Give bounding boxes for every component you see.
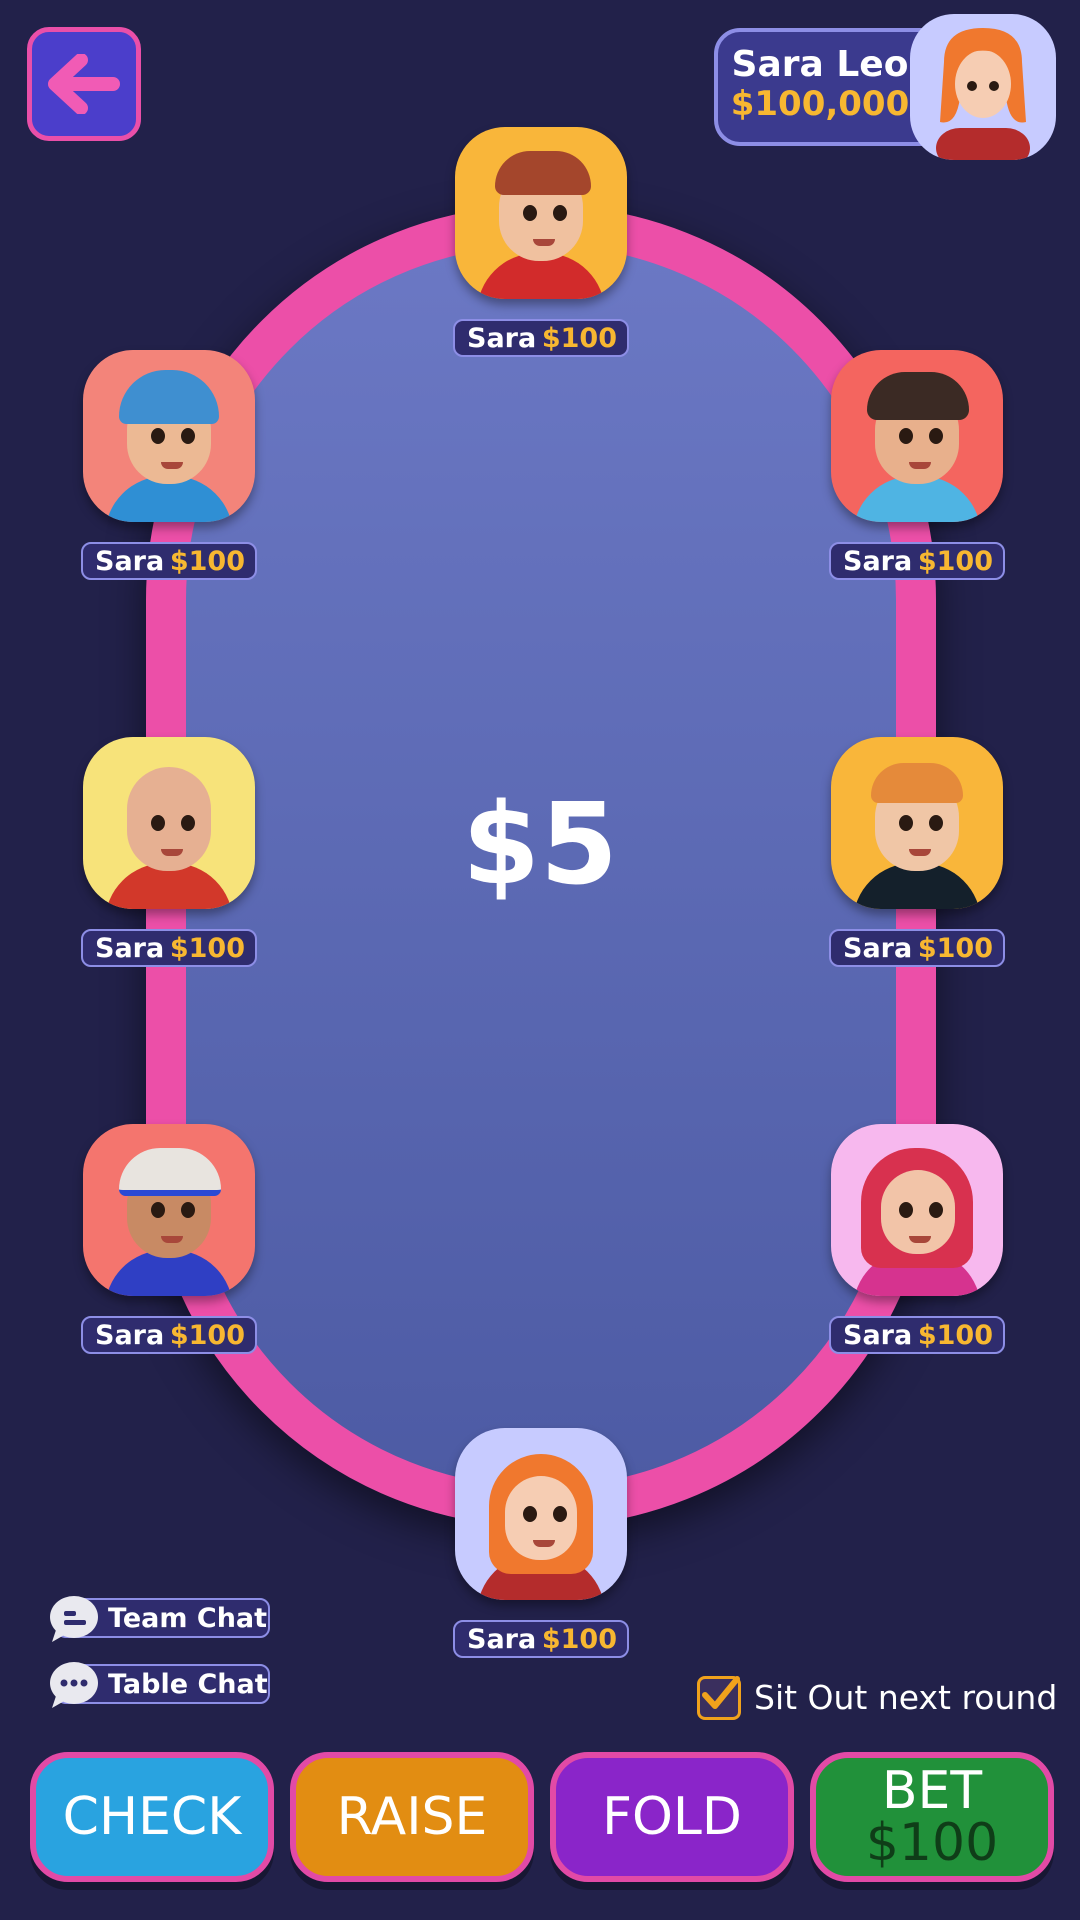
seat-tag: Sara $100 [453,1620,629,1658]
seat-name: Sara [95,545,165,577]
seat-left-1[interactable]: Sara $100 [81,350,257,580]
player-balance: $100,000 [730,84,910,124]
seat-amount: $100 [917,932,993,964]
checkmark-icon [702,1676,740,1709]
fold-button[interactable]: FOLD [550,1752,794,1882]
seat-tag: Sara $100 [829,1316,1005,1354]
seat-avatar [831,1124,1003,1296]
seat-tag: Sara $100 [829,542,1005,580]
seat-tag: Sara $100 [81,542,257,580]
seat-right-3[interactable]: Sara $100 [829,1124,1005,1354]
seat-tag: Sara $100 [81,1316,257,1354]
seat-amount: $100 [169,932,245,964]
fold-label: FOLD [602,1787,742,1847]
seat-name: Sara [467,322,537,354]
team-chat-label: Team Chat [108,1602,268,1634]
seat-amount: $100 [917,545,993,577]
seat-bottom[interactable]: Sara $100 [453,1428,629,1658]
seat-avatar [83,350,255,522]
seat-name: Sara [843,545,913,577]
seat-avatar [831,350,1003,522]
bet-amount: $100 [865,1813,999,1873]
seat-avatar [455,1428,627,1600]
seat-right-1[interactable]: Sara $100 [829,350,1005,580]
seat-avatar [831,737,1003,909]
seat-left-3[interactable]: Sara $100 [81,1124,257,1354]
bet-button[interactable]: BET $100 [810,1752,1054,1882]
pot-amount: $5 [462,780,618,910]
bet-label: BET [881,1761,983,1821]
seat-amount: $100 [541,322,617,354]
seat-name: Sara [95,1319,165,1351]
seat-amount: $100 [541,1623,617,1655]
table-chat-button[interactable]: Table Chat [50,1662,270,1708]
team-chat-button[interactable]: Team Chat [50,1596,270,1642]
raise-button[interactable]: RAISE [290,1752,534,1882]
seat-right-2[interactable]: Sara $100 [829,737,1005,967]
seat-avatar [83,1124,255,1296]
seat-name: Sara [467,1623,537,1655]
arrow-left-icon [48,54,120,114]
seat-amount: $100 [169,1319,245,1351]
sit-out-checkbox[interactable] [697,1676,741,1720]
seat-top[interactable]: Sara $100 [453,127,629,357]
seat-avatar [455,127,627,299]
raise-label: RAISE [336,1787,488,1847]
table-chat-label: Table Chat [108,1668,268,1700]
seat-name: Sara [843,932,913,964]
seat-tag: Sara $100 [81,929,257,967]
back-button[interactable] [27,27,141,141]
seat-amount: $100 [169,545,245,577]
chat-bubble-icon [50,1596,98,1642]
sit-out-label: Sit Out next round [754,1678,1058,1717]
player-avatar[interactable] [910,14,1056,160]
check-button[interactable]: CHECK [30,1752,274,1882]
seat-tag: Sara $100 [829,929,1005,967]
chat-dots-icon [50,1662,98,1708]
player-name: Sara Leo [731,44,909,85]
seat-name: Sara [95,932,165,964]
check-label: CHECK [62,1787,242,1847]
seat-amount: $100 [917,1319,993,1351]
seat-avatar [83,737,255,909]
seat-name: Sara [843,1319,913,1351]
seat-left-2[interactable]: Sara $100 [81,737,257,967]
seat-tag: Sara $100 [453,319,629,357]
